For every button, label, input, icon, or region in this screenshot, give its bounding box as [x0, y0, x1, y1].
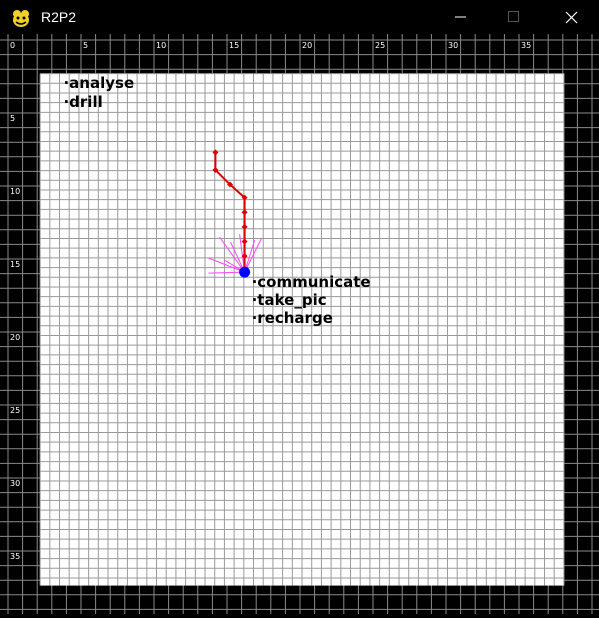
left-tick-label: 30	[10, 479, 20, 488]
left-tick-label: 20	[10, 333, 20, 342]
close-button[interactable]	[547, 0, 593, 34]
map-svg: 0 5 10 15 20 25 30 35 5 10 15 20 25 30 35 ·analyse·dr…	[0, 34, 599, 614]
window-title: R2P2	[41, 9, 77, 25]
top-tick-label: 25	[375, 41, 385, 50]
top-tick-label: 0	[10, 41, 15, 50]
top-tick-label: 30	[448, 41, 458, 50]
robot-marker	[239, 266, 251, 278]
top-tick-label: 15	[229, 41, 239, 50]
top-tick-label: 35	[521, 41, 531, 50]
base-task-label: ·analyse	[63, 74, 134, 92]
python-snake-icon	[10, 8, 32, 28]
map-canvas[interactable]: 0 5 10 15 20 25 30 35 5 10 15 20 25 30 35 ·analyse ·dr…	[0, 34, 599, 614]
robot-task-label: ·recharge	[252, 309, 333, 327]
minimize-icon	[455, 16, 466, 18]
robot-task-label: ·communicate	[252, 273, 371, 291]
left-axis-ticks: 5 10 15 20 25 30 35	[10, 114, 20, 561]
maximize-button[interactable]	[490, 0, 536, 34]
top-tick-label: 5	[83, 41, 88, 50]
maximize-icon	[508, 11, 519, 22]
robot-marker-group	[239, 266, 251, 278]
base-task-label: ·drill	[63, 93, 102, 111]
left-tick-label: 10	[10, 187, 20, 196]
left-tick-label: 5	[10, 114, 15, 123]
left-tick-label: 25	[10, 406, 20, 415]
left-tick-label: 15	[10, 260, 20, 269]
left-tick-label: 35	[10, 552, 20, 561]
title-bar: R2P2	[0, 0, 599, 34]
top-tick-label: 10	[156, 41, 166, 50]
robot-task-label: ·take_pic	[252, 291, 327, 309]
close-icon	[565, 11, 578, 24]
minimize-button[interactable]	[437, 0, 483, 34]
top-tick-label: 20	[302, 41, 312, 50]
